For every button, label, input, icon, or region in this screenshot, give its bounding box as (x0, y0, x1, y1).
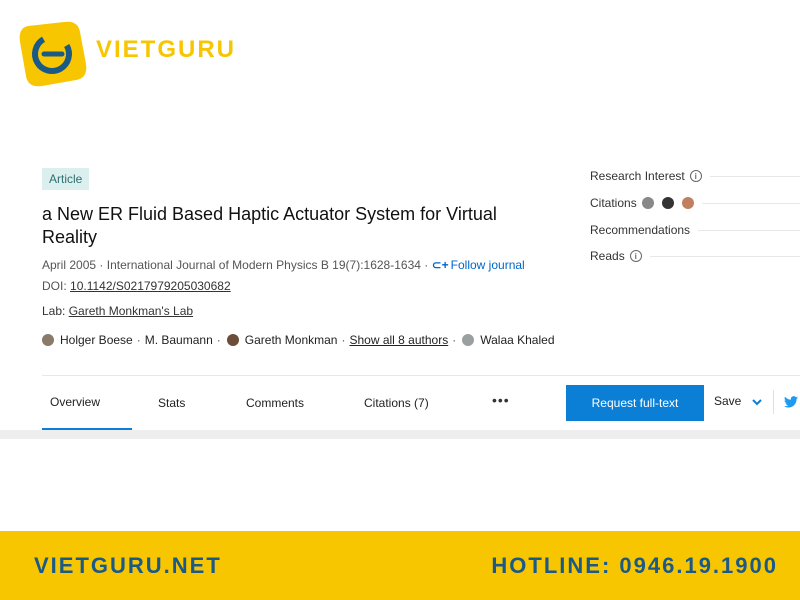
doi-row: DOI: 10.1142/S0217979205030682 (42, 279, 231, 293)
author-link[interactable]: Holger Boese (60, 333, 133, 347)
follow-journal-link[interactable]: ⊂+ Follow journal (432, 258, 525, 272)
divider (773, 390, 774, 414)
chevron-down-icon[interactable] (750, 395, 764, 409)
avatar (226, 334, 239, 346)
avatar (42, 334, 54, 346)
save-button[interactable]: Save (714, 394, 741, 408)
citations-stat: Citations (590, 196, 800, 210)
authors-list: Holger Boese · M. Baumann · Gareth Monkm… (42, 333, 555, 347)
info-icon[interactable]: i (629, 250, 642, 262)
twitter-icon[interactable] (784, 396, 798, 408)
tab-comments[interactable]: Comments (220, 376, 338, 430)
request-full-text-button[interactable]: Request full-text (566, 385, 704, 421)
info-icon[interactable]: i (689, 170, 702, 182)
author-link[interactable]: Walaa Khaled (480, 333, 554, 347)
article-type-badge: Article (42, 168, 90, 190)
research-interest-stat: Research Interest i (590, 169, 800, 183)
tab-overview[interactable]: Overview (42, 376, 132, 430)
author-link[interactable]: Gareth Monkman (245, 333, 338, 347)
footer-hotline[interactable]: HOTLINE: 0946.19.1900 (491, 553, 778, 579)
show-all-authors-link[interactable]: Show all 8 authors (349, 333, 448, 347)
avatar (661, 197, 674, 209)
avatar (462, 334, 475, 346)
avatar (641, 197, 654, 209)
avatar (681, 197, 694, 209)
journal-name: International Journal of Modern Physics … (106, 258, 421, 272)
tab-bar: Overview Stats Comments Citations (7) (42, 376, 448, 430)
footer-site[interactable]: VIETGURU.NET (34, 553, 222, 579)
vietguru-logo[interactable]: VIETGURU (14, 16, 234, 92)
follow-icon: ⊂+ (431, 258, 449, 272)
doi-link[interactable]: 10.1142/S0217979205030682 (70, 279, 231, 293)
doi-label: DOI: (42, 279, 67, 293)
reads-stat: Reads i (590, 249, 800, 263)
vietguru-logo-icon (19, 21, 87, 87)
lab-label: Lab: (42, 304, 66, 318)
article-meta: April 2005 · International Journal of Mo… (42, 258, 525, 272)
tab-citations[interactable]: Citations (7) (338, 376, 448, 430)
footer-banner: VIETGURU.NET HOTLINE: 0946.19.1900 (0, 531, 800, 600)
lab-row: Lab: Gareth Monkman's Lab (42, 304, 193, 318)
article-title: a New ER Fluid Based Haptic Actuator Sys… (42, 204, 497, 247)
more-dots-icon[interactable]: ••• (492, 392, 510, 408)
section-separator (0, 430, 800, 439)
recommendations-stat: Recommendations (590, 223, 800, 237)
tab-stats[interactable]: Stats (132, 376, 220, 430)
publication-date: April 2005 (42, 258, 97, 272)
author-link[interactable]: M. Baumann (145, 333, 213, 347)
lab-link[interactable]: Gareth Monkman's Lab (69, 304, 193, 318)
brand-name: VIETGURU (96, 36, 237, 63)
